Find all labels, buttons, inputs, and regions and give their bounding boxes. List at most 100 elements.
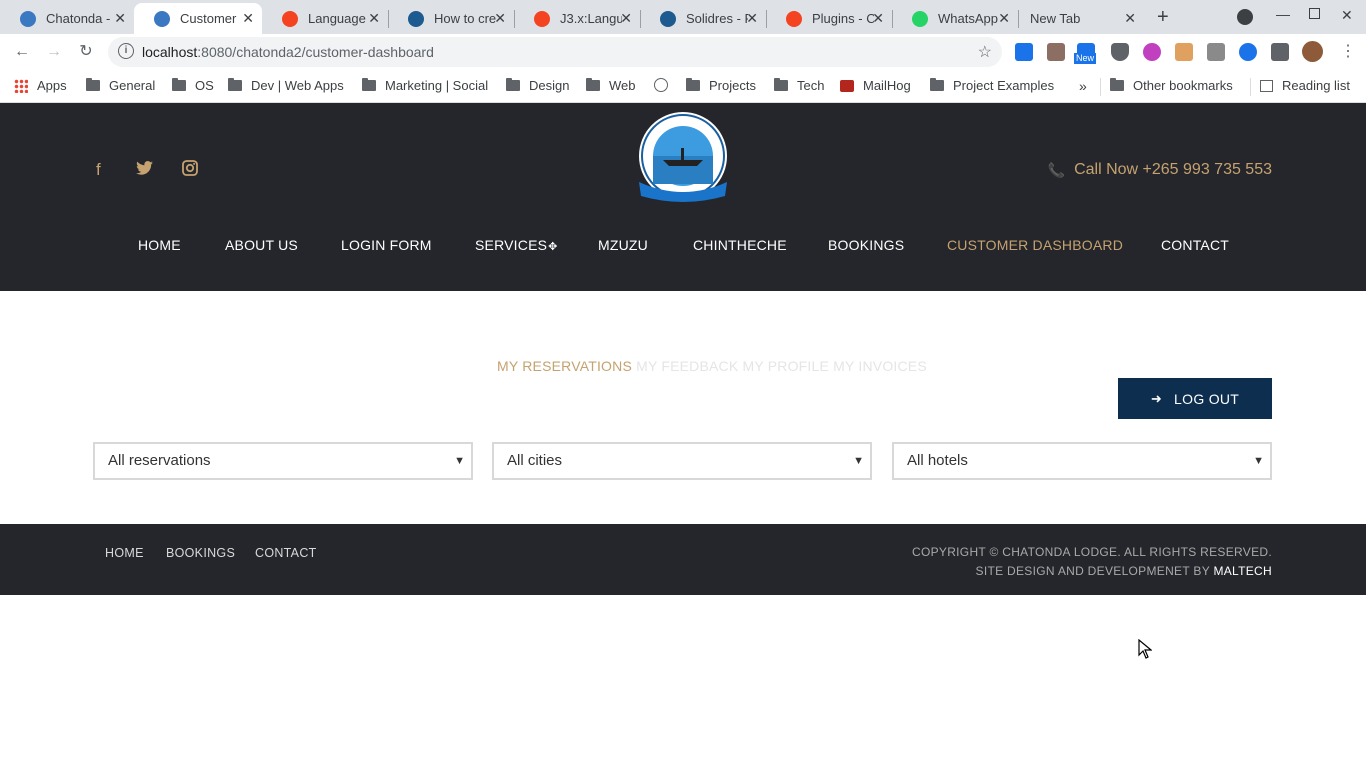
call-now[interactable]: 📞 Call Now +265 993 735 553 — [1048, 161, 1272, 179]
avatar[interactable] — [1302, 41, 1323, 62]
bookmark-label: Tech — [797, 78, 825, 93]
new-tab-plus-icon[interactable]: + — [1157, 6, 1169, 29]
browser-tab[interactable]: WhatsApp ✕ — [892, 3, 1018, 34]
extension-icon[interactable] — [1175, 43, 1193, 61]
reading-list[interactable]: Reading list — [1260, 78, 1350, 93]
twitter-icon[interactable] — [136, 160, 153, 180]
logout-button[interactable]: ➜ LOG OUT — [1118, 378, 1272, 419]
tab-strip: Chatonda - ✕ Customer D ✕ Language ✕ How… — [0, 0, 1366, 34]
bookmark-folder[interactable]: General — [86, 78, 155, 93]
nav-customer-dashboard[interactable]: CUSTOMER DASHBOARD — [947, 237, 1123, 253]
back-arrow-icon[interactable]: ← — [10, 40, 34, 64]
reading-list-icon — [1260, 79, 1273, 92]
extension-icon[interactable] — [1015, 43, 1033, 61]
close-icon[interactable]: ✕ — [998, 10, 1010, 27]
bookmark-folder[interactable]: Other bookmarks — [1110, 78, 1233, 93]
facebook-icon[interactable]: f — [96, 160, 101, 180]
site-logo[interactable] — [629, 110, 737, 202]
bookmark-folder[interactable]: Web — [586, 78, 636, 93]
bookmark-star-icon[interactable]: ☆ — [978, 42, 992, 62]
extension-icon[interactable] — [1207, 43, 1225, 61]
window-close-icon[interactable]: ✕ — [1341, 7, 1353, 24]
tab-my-feedback[interactable]: MY FEEDBACK — [636, 358, 738, 374]
browser-tab[interactable]: Chatonda - ✕ — [0, 3, 134, 34]
bookmark-folder[interactable]: Project Examples — [930, 78, 1054, 93]
chevron-more-icon[interactable]: » — [1079, 78, 1087, 94]
shield-icon[interactable] — [1111, 43, 1129, 61]
copyright-text: COPYRIGHT © CHATONDA LODGE. ALL RIGHTS R… — [912, 545, 1272, 559]
bookmark-label: General — [109, 78, 156, 93]
restore-icon[interactable] — [1309, 8, 1320, 19]
browser-tab[interactable]: Plugins - C ✕ — [766, 3, 892, 34]
site-info-icon[interactable]: i — [118, 43, 134, 59]
bookmark-folder[interactable]: Tech — [774, 78, 824, 93]
copyright: COPYRIGHT © CHATONDA LODGE. ALL RIGHTS R… — [912, 543, 1272, 581]
close-icon[interactable]: ✕ — [114, 10, 126, 27]
tab-search-icon[interactable] — [1237, 9, 1253, 25]
tab-my-reservations[interactable]: MY RESERVATIONS — [497, 358, 632, 374]
bookmark-apps[interactable]: Apps — [14, 78, 67, 93]
bookmark-mailhog[interactable]: MailHog — [840, 78, 911, 93]
footer-nav-home[interactable]: HOME — [105, 546, 144, 560]
browser-tab[interactable]: J3.x:Langu ✕ — [514, 3, 640, 34]
folder-icon — [228, 78, 242, 91]
nav-contact[interactable]: CONTACT — [1161, 237, 1229, 253]
browser-tab[interactable]: New Tab ✕ — [1018, 3, 1144, 34]
url-text[interactable]: localhost:8080/chatonda2/customer-dashbo… — [142, 44, 434, 60]
nav-about-us[interactable]: ABOUT US — [225, 237, 298, 253]
address-bar[interactable]: i localhost:8080/chatonda2/customer-dash… — [108, 37, 1002, 67]
instagram-icon[interactable] — [182, 160, 198, 181]
mailhog-icon — [840, 79, 854, 92]
close-icon[interactable]: ✕ — [620, 10, 632, 27]
nav-services[interactable]: SERVICES✥ — [475, 237, 558, 253]
close-icon[interactable]: ✕ — [1124, 10, 1136, 27]
extension-icon[interactable] — [1143, 43, 1161, 61]
site-header: f 📞 Call Now +265 993 735 553 HOME ABOUT… — [0, 103, 1366, 291]
reload-icon[interactable]: ↻ — [74, 40, 98, 64]
bookmark-folder[interactable]: OS — [172, 78, 214, 93]
browser-toolbar: ← → ↻ i localhost:8080/chatonda2/custome… — [0, 34, 1366, 70]
dashboard-tabs: MY RESERVATIONS MY FEEDBACK MY PROFILE M… — [497, 358, 927, 374]
extension-icon[interactable] — [1239, 43, 1257, 61]
nav-mzuzu[interactable]: MZUZU — [598, 237, 648, 253]
nav-chintheche[interactable]: CHINTHECHE — [693, 237, 787, 253]
menu-dots-icon[interactable]: ⋮ — [1340, 41, 1356, 61]
nav-home[interactable]: HOME — [138, 237, 181, 253]
close-icon[interactable]: ✕ — [368, 10, 380, 27]
mouse-cursor-icon — [1138, 638, 1153, 664]
browser-tab[interactable]: Language ✕ — [262, 3, 388, 34]
bookmark-folder[interactable]: Dev | Web Apps — [228, 78, 344, 93]
cities-filter-select[interactable]: All cities ▼ — [492, 442, 872, 480]
puzzle-icon[interactable] — [1271, 43, 1289, 61]
tab-my-invoices[interactable]: MY INVOICES — [833, 358, 927, 374]
credit-brand-link[interactable]: MALTECH — [1213, 564, 1272, 578]
close-icon[interactable]: ✕ — [872, 10, 884, 27]
hotels-filter-select[interactable]: All hotels ▼ — [892, 442, 1272, 480]
bookmark-folder[interactable]: Marketing | Social — [362, 78, 488, 93]
bookmark-folder[interactable]: Projects — [686, 78, 756, 93]
tab-favicon — [408, 10, 424, 27]
browser-tab[interactable]: How to cre ✕ — [388, 3, 514, 34]
tab-my-profile[interactable]: MY PROFILE — [743, 358, 830, 374]
forward-arrow-icon[interactable]: → — [42, 40, 66, 64]
tab-favicon — [534, 10, 550, 27]
extension-icon[interactable]: New — [1074, 43, 1097, 64]
extension-icon[interactable] — [1047, 43, 1065, 61]
nav-login-form[interactable]: LOGIN FORM — [341, 237, 432, 253]
bookmark-globe[interactable] — [654, 78, 668, 92]
tab-favicon — [154, 10, 170, 27]
close-icon[interactable]: ✕ — [242, 10, 254, 27]
nav-bookings[interactable]: BOOKINGS — [828, 237, 904, 253]
bookmark-folder[interactable]: Design — [506, 78, 569, 93]
browser-tab[interactable]: Solidres - F ✕ — [640, 3, 766, 34]
bookmark-label: Marketing | Social — [385, 78, 489, 93]
reservations-filter-select[interactable]: All reservations ▼ — [93, 442, 473, 480]
browser-tab-active[interactable]: Customer D ✕ — [134, 3, 262, 34]
minimize-icon[interactable]: — — [1276, 6, 1290, 22]
logout-label: LOG OUT — [1174, 390, 1240, 407]
footer-nav-bookings[interactable]: BOOKINGS — [166, 546, 235, 560]
tab-title: WhatsApp — [938, 11, 998, 26]
footer-nav-contact[interactable]: CONTACT — [255, 546, 317, 560]
close-icon[interactable]: ✕ — [746, 10, 758, 27]
close-icon[interactable]: ✕ — [494, 10, 506, 27]
